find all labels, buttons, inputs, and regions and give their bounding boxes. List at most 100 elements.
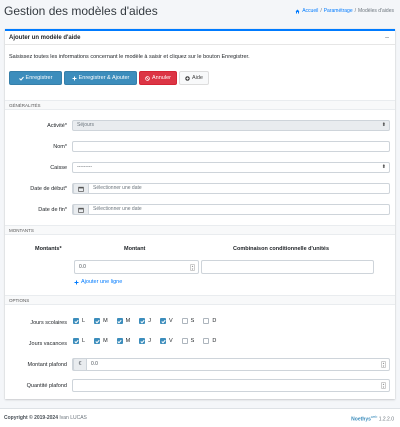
copyright: Copyright © 2019-2024 Ivan LUCAS [4, 415, 87, 421]
quantite-plafond-label: Quantité plafond [26, 383, 67, 389]
scolaires-day-4[interactable]: V [160, 318, 173, 324]
breadcrumb-parametrage[interactable]: Paramétrage [324, 8, 353, 14]
section-general: GÉNÉRALITÉS [5, 100, 395, 110]
section-options: OPTIONS [5, 295, 395, 305]
day-label: M [125, 318, 131, 324]
nom-input[interactable] [72, 141, 390, 152]
day-label: V [169, 318, 173, 324]
day-label: D [212, 338, 217, 344]
checkbox-icon[interactable] [203, 338, 210, 344]
save-button[interactable]: Enregistrer [9, 71, 62, 85]
checkbox-icon[interactable] [116, 338, 123, 344]
checkbox-icon[interactable] [73, 318, 79, 324]
checkbox-icon[interactable] [94, 338, 101, 344]
section-amounts: MONTANTS [5, 225, 395, 235]
date-fin-label: Date de fin* [38, 207, 67, 213]
card-title: Ajouter un modèle d'aide [9, 35, 81, 41]
montants-label: Montants* [35, 246, 62, 252]
breadcrumb-current: Modèles d'aides [358, 8, 394, 14]
jours-vacances-checkboxes: LMMJVSD [73, 338, 216, 344]
scolaires-day-5[interactable]: S [181, 318, 195, 324]
jours-scolaires-checkboxes: LMMJVSD [73, 318, 216, 324]
scolaires-day-2[interactable]: M [116, 318, 131, 324]
day-label: M [103, 338, 108, 344]
home-icon [295, 9, 300, 13]
help-button[interactable]: Aide [179, 71, 209, 85]
checkbox-icon[interactable] [203, 318, 210, 324]
activite-select: Séjours ⬍ [72, 120, 390, 131]
select-arrows-icon: ⬍ [381, 122, 386, 128]
montant-input[interactable]: 0.0 ▴ ▾ [74, 260, 199, 274]
scolaires-day-0[interactable]: L [73, 318, 85, 324]
collapse-button[interactable]: – [385, 34, 389, 41]
ban-icon [145, 75, 150, 81]
select-arrows-icon: ⬍ [381, 164, 386, 170]
vacances-day-4[interactable]: V [160, 338, 173, 344]
add-line-link[interactable]: Ajouter une ligne [74, 279, 122, 285]
plus-icon [74, 280, 79, 284]
day-label: M [103, 318, 108, 324]
vacances-day-6[interactable]: D [203, 338, 216, 344]
scolaires-day-3[interactable]: J [139, 318, 151, 324]
scolaires-day-6[interactable]: D [203, 318, 216, 324]
action-buttons: Enregistrer Enregistrer & Ajouter Annule… [9, 71, 209, 85]
euro-icon: € [73, 358, 87, 371]
day-label: M [125, 338, 131, 344]
checkbox-icon[interactable] [73, 338, 79, 344]
activite-label: Activité* [47, 123, 67, 129]
author-link[interactable]: Ivan LUCAS [59, 415, 87, 421]
intro-text: Saisissez toutes les informations concer… [9, 54, 250, 60]
combinaison-input[interactable] [201, 260, 374, 274]
app-name: Noethys [351, 416, 371, 423]
checkbox-icon[interactable] [160, 338, 166, 344]
jours-scolaires-label: Jours scolaires [30, 320, 67, 326]
checkbox-icon[interactable] [139, 338, 146, 344]
check-icon [18, 76, 24, 81]
date-debut-input[interactable]: Sélectionner une date [72, 183, 390, 194]
plus-icon [72, 76, 77, 80]
form-card: Ajouter un modèle d'aide – Saisissez tou… [5, 29, 395, 399]
montant-column-header: Montant [124, 246, 146, 252]
cancel-button[interactable]: Annuler [139, 71, 177, 85]
save-and-add-button[interactable]: Enregistrer & Ajouter [64, 71, 137, 85]
number-spinner[interactable]: ▴ ▾ [381, 382, 386, 389]
day-label: S [190, 338, 195, 344]
checkbox-icon[interactable] [94, 318, 101, 324]
quantite-plafond-input[interactable]: ▴ ▾ [72, 379, 390, 392]
footer: Copyright © 2019-2024 Ivan LUCAS Noethys… [0, 408, 400, 427]
jours-vacances-label: Jours vacances [28, 341, 67, 347]
day-label: L [82, 338, 86, 344]
combinaison-column-header: Combinaison conditionnelle d'unités [233, 246, 330, 252]
caisse-label: Caisse [50, 165, 67, 171]
day-label: J [148, 338, 151, 344]
scolaires-day-1[interactable]: M [94, 318, 108, 324]
vacances-day-0[interactable]: L [73, 338, 85, 344]
checkbox-icon[interactable] [181, 338, 188, 344]
checkbox-icon[interactable] [160, 318, 166, 324]
day-label: D [212, 318, 217, 324]
page-header: Gestion des modèles d'aides Accueil / Pa… [0, 0, 400, 22]
checkbox-icon[interactable] [116, 318, 123, 324]
breadcrumb: Accueil / Paramétrage / Modèles d'aides [295, 8, 394, 14]
number-spinner[interactable]: ▴ ▾ [381, 361, 386, 368]
checkbox-icon[interactable] [181, 318, 188, 324]
vacances-day-3[interactable]: J [139, 338, 151, 344]
nom-label: Nom* [53, 144, 67, 150]
montant-plafond-input[interactable]: € 0.0 ▴ ▾ [72, 358, 390, 371]
calendar-icon[interactable] [73, 204, 89, 215]
caisse-select[interactable]: --------- ⬍ [72, 162, 390, 173]
vacances-day-5[interactable]: S [181, 338, 195, 344]
calendar-icon[interactable] [73, 183, 89, 194]
number-spinner[interactable]: ▴ ▾ [190, 264, 195, 271]
version: Noethysweb 1.2.2.0 [351, 415, 394, 423]
day-label: L [82, 318, 86, 324]
plus-circle-icon [185, 75, 190, 81]
date-fin-input[interactable]: Sélectionner une date [72, 204, 390, 215]
checkbox-icon[interactable] [139, 318, 146, 324]
day-label: J [148, 318, 151, 324]
vacances-day-1[interactable]: M [94, 338, 108, 344]
breadcrumb-home[interactable]: Accueil [302, 8, 318, 14]
day-label: S [190, 318, 195, 324]
vacances-day-2[interactable]: M [116, 338, 131, 344]
page-title: Gestion des modèles d'aides [4, 4, 158, 18]
